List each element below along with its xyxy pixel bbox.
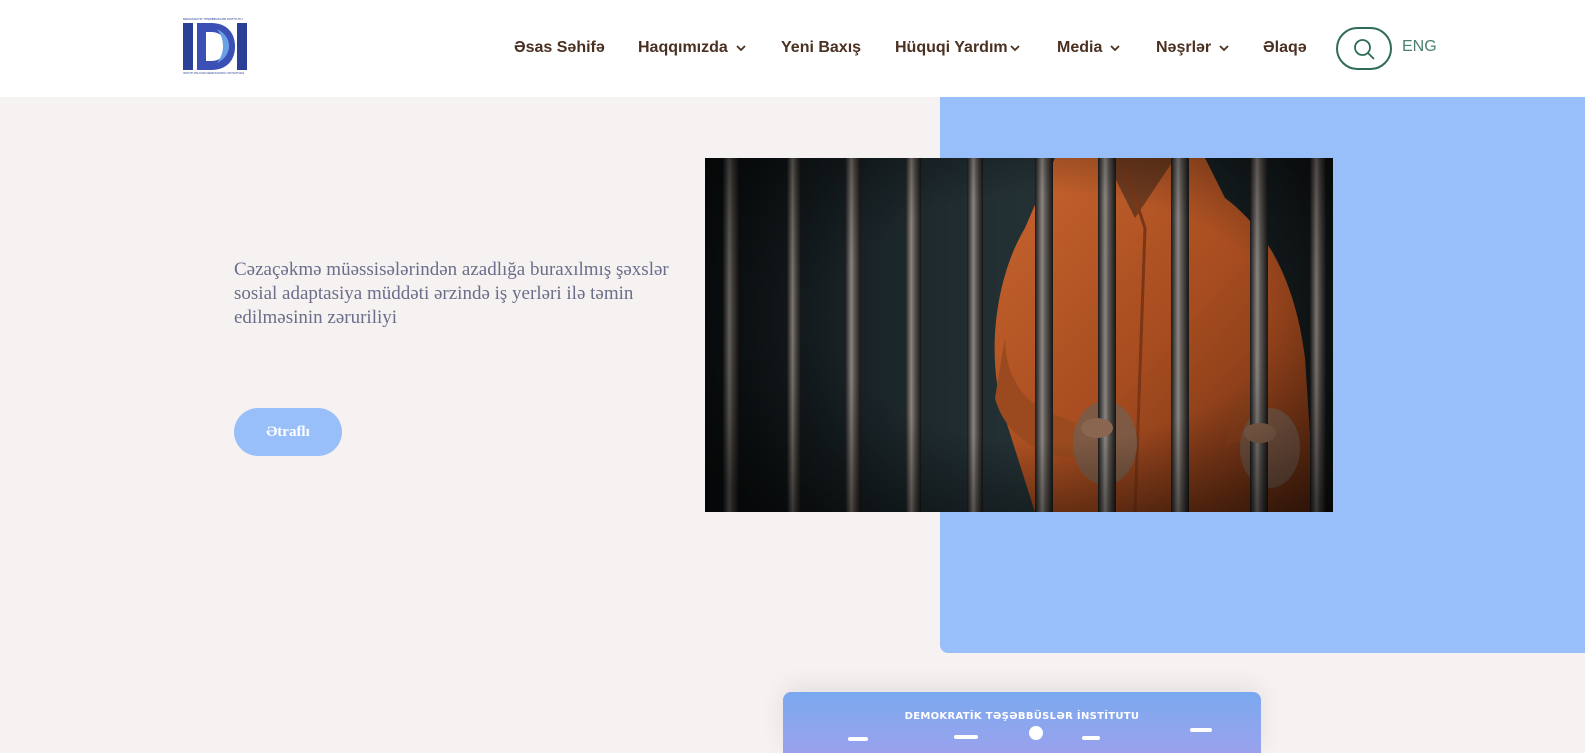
card-title: DEMOKRATİK TƏŞƏBBÜSLƏR İNSTİTUTU [904, 711, 1140, 722]
prisoner-behind-bars-image [705, 158, 1333, 512]
read-more-button[interactable]: Ətraflı [234, 408, 342, 456]
hero-headline: Cəzaçəkmə müəssisələrindən azadlığa bura… [234, 259, 669, 328]
hero-image [705, 158, 1333, 512]
nav-item-media[interactable]: Media [1057, 36, 1120, 60]
cloud-icon [1190, 728, 1212, 732]
logo-bottom-text: INSTITUTE FOR DEMOCRATIC INITIATIVES [183, 72, 245, 75]
nav-item-label: Əlaqə [1263, 39, 1307, 56]
language-switch[interactable]: ENG [1402, 38, 1437, 56]
chevron-down-icon [1009, 44, 1020, 51]
site-header: DEMOKRATİK TƏŞƏBBÜSLƏR İNSTİTUTU INSTITU… [0, 0, 1585, 97]
logo-letters-icon [183, 23, 247, 70]
nav-item-about[interactable]: Haqqımızda [638, 36, 746, 60]
chevron-down-icon [736, 44, 746, 51]
nav-item-label: Media [1057, 39, 1103, 56]
chevron-down-icon [1219, 44, 1229, 51]
nav-item-legal-aid[interactable]: Hüquqi Yardım [895, 36, 1020, 60]
nav-item-label: Nəşrlər [1156, 39, 1212, 56]
nav-item-label: Əsas Səhifə [514, 39, 605, 56]
institute-card[interactable]: DEMOKRATİK TƏŞƏBBÜSLƏR İNSTİTUTU [783, 692, 1261, 753]
chevron-down-icon [1110, 44, 1120, 51]
idi-logo[interactable]: DEMOKRATİK TƏŞƏBBÜSLƏR İNSTİTUTU INSTITU… [183, 18, 247, 76]
nav-item-label: Hüquqi Yardım [895, 39, 1008, 56]
cloud-icon [954, 735, 978, 739]
search-button[interactable] [1336, 27, 1392, 70]
moon-icon [1029, 726, 1043, 740]
nav-item-label: Haqqımızda [638, 39, 728, 56]
nav-item-label: Yeni Baxış [781, 39, 862, 56]
nav-item-home[interactable]: Əsas Səhifə [514, 36, 605, 60]
nav-item-publications[interactable]: Nəşrlər [1156, 36, 1229, 60]
cloud-icon [848, 737, 868, 741]
cloud-icon [1082, 736, 1100, 740]
search-icon [1354, 38, 1375, 59]
nav-item-contact[interactable]: Əlaqə [1263, 36, 1307, 60]
nav-item-new-view[interactable]: Yeni Baxış [781, 36, 861, 60]
logo-top-text: DEMOKRATİK TƏŞƏBBÜSLƏR İNSTİTUTU [183, 18, 243, 21]
